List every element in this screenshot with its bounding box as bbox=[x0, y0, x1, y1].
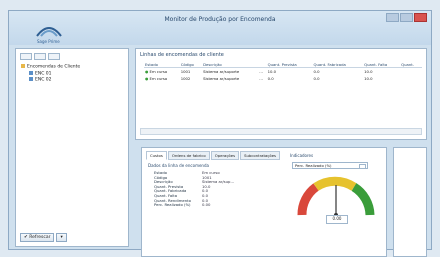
cell-quant bbox=[400, 68, 422, 76]
logo-text: Sage Prime bbox=[37, 39, 60, 44]
maximize-button[interactable] bbox=[400, 13, 413, 22]
cell-prevista: 10.0 bbox=[267, 69, 277, 74]
status-icon: ● bbox=[145, 76, 149, 81]
indicator-select-value: Perc. Realizado (%) bbox=[295, 163, 332, 168]
section-title: Linhas de encomendas de cliente bbox=[140, 52, 224, 58]
properties-title: Dados da linha de encomenda bbox=[148, 163, 209, 168]
horizontal-scrollbar[interactable] bbox=[140, 128, 422, 135]
cell-fabricada: 0.0 bbox=[313, 76, 320, 81]
close-button[interactable] bbox=[414, 13, 427, 22]
window-title: Monitor de Produção por Encomenda bbox=[164, 16, 276, 23]
details-panel: Custos Ordens de fabrico Operações Subco… bbox=[141, 147, 387, 257]
cell-codigo: 1001 bbox=[180, 69, 191, 74]
orders-tree: Encomendas de Cliente ENC 01 ENC 02 bbox=[21, 64, 80, 84]
cell-fabricada: 0.0 bbox=[313, 69, 320, 74]
toolbar-button-3[interactable] bbox=[48, 53, 60, 60]
tab-ordens[interactable]: Ordens de fabrico bbox=[167, 151, 210, 160]
table-header: Estado Código Descrição Quant. Prevista … bbox=[144, 62, 422, 68]
tree-panel: Encomendas de Cliente ENC 01 ENC 02 ✔ Re… bbox=[15, 48, 129, 247]
title-bar: Sage Prime Monitor de Produção por Encom… bbox=[9, 11, 431, 45]
orders-table: Estado Código Descrição Quant. Prevista … bbox=[144, 62, 422, 82]
tree-item-label: ENC 01 bbox=[35, 71, 52, 76]
left-footer: ✔ Refrescar ▾ bbox=[20, 233, 80, 242]
cell-estado: Em curso bbox=[149, 76, 168, 81]
cell-descricao: Sistema ar/suporte bbox=[203, 76, 240, 81]
details-tabs: Custos Ordens de fabrico Operações Subco… bbox=[146, 151, 281, 160]
folder-icon bbox=[21, 64, 25, 68]
toolbar-button-1[interactable] bbox=[20, 53, 32, 60]
side-panel bbox=[393, 147, 427, 257]
property-value: 0.00 bbox=[202, 202, 211, 208]
document-icon bbox=[29, 70, 33, 75]
indicator-panel: Indicadores Perc. Realizado (%) 0.00 bbox=[290, 153, 380, 253]
properties-panel: Dados da linha de encomenda Estado Em cur… bbox=[148, 163, 280, 253]
tree-toolbar bbox=[20, 53, 60, 60]
tree-item-label: Encomendas de Cliente bbox=[27, 64, 81, 70]
cell-estado: Em curso bbox=[149, 69, 168, 74]
toolbar-button-2[interactable] bbox=[34, 53, 46, 60]
dropdown-button[interactable]: ▾ bbox=[56, 233, 67, 242]
table-row[interactable]: ● Em curso 1001 Sistema ar/suporte ... 1… bbox=[144, 68, 422, 76]
minimize-button[interactable] bbox=[386, 13, 399, 22]
refresh-label: Refrescar bbox=[29, 235, 51, 240]
cell-descricao: Sistema ar/suporte bbox=[203, 69, 240, 74]
cell-extra: ... bbox=[259, 69, 263, 74]
tab-custos[interactable]: Custos bbox=[146, 151, 167, 160]
app-window: Sage Prime Monitor de Produção por Encom… bbox=[8, 10, 432, 257]
document-icon bbox=[29, 77, 33, 81]
tree-item-enc02[interactable]: ENC 02 bbox=[21, 77, 80, 84]
gauge-value: 0.00 bbox=[326, 215, 348, 224]
indicator-title: Indicadores bbox=[290, 153, 314, 158]
table-row[interactable]: ● Em curso 1002 Sistema ar/suporte ... 0… bbox=[144, 75, 422, 82]
gauge-icon bbox=[297, 176, 375, 217]
property-key: Perc. Realizado (%) bbox=[154, 202, 191, 208]
cell-falta: 10.0 bbox=[364, 76, 373, 81]
cell-falta: 10.0 bbox=[364, 69, 373, 74]
tab-operacoes[interactable]: Operações bbox=[210, 151, 240, 160]
cell-codigo: 1002 bbox=[180, 76, 191, 81]
properties-list: Estado Em curso Código 1001 Descrição Siste… bbox=[154, 170, 234, 208]
cell-prevista: 0.0 bbox=[267, 76, 274, 81]
refresh-button[interactable]: ✔ Refrescar bbox=[20, 233, 55, 242]
tree-item-label: ENC 02 bbox=[35, 77, 52, 83]
cell-quant bbox=[400, 75, 422, 82]
indicator-select[interactable]: Perc. Realizado (%) bbox=[292, 162, 368, 169]
cell-extra: ... bbox=[259, 76, 263, 81]
property-row: Perc. Realizado (%) 0.00 bbox=[154, 203, 234, 208]
orders-panel: Linhas de encomendas de cliente Estado C… bbox=[135, 48, 427, 140]
status-icon: ● bbox=[145, 69, 149, 74]
window-controls bbox=[386, 13, 427, 22]
tab-subcontratacoes[interactable]: Subcontratações bbox=[240, 151, 281, 160]
chevron-down-icon bbox=[359, 164, 366, 169]
